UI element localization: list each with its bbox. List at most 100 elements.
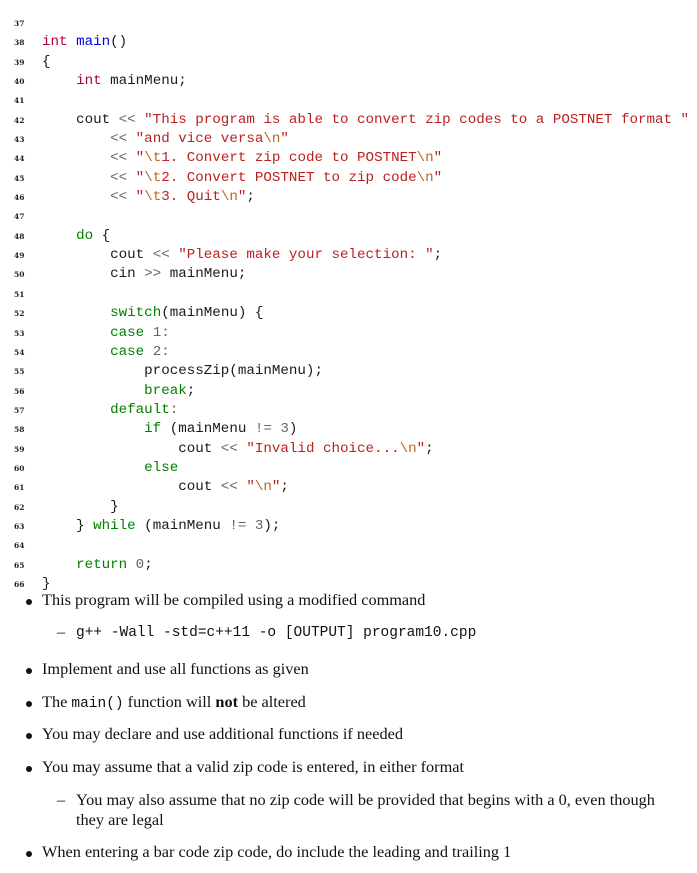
code-token-op: << [110, 150, 128, 167]
bullet-text: This program will be compiled using a mo… [42, 590, 426, 609]
code-line: 55 processZip(mainMenu); [0, 362, 697, 381]
code-token-kw: default [110, 401, 170, 418]
code-token-kw: while [93, 517, 136, 534]
code-line: 58 if (mainMenu != 3) [0, 420, 697, 439]
code-token-kw: case [110, 343, 145, 360]
code-text: break; [42, 382, 195, 401]
code-text: if (mainMenu != 3) [42, 420, 297, 439]
code-token-kw: case [110, 324, 145, 341]
code-token-str: "Invalid choice... [246, 440, 400, 457]
code-line: 37 [0, 14, 697, 33]
line-number: 45 [14, 173, 25, 183]
code-token-kw: switch [110, 305, 162, 322]
code-text: else [42, 459, 178, 478]
code-token-op: << [110, 131, 128, 148]
code-token-str: " [416, 440, 426, 457]
code-token-plain: ; [186, 382, 196, 399]
text-middle: function will [123, 692, 216, 711]
line-number: 39 [14, 57, 25, 67]
code-text: cout << "This program is able to convert… [42, 111, 689, 130]
line-number: 47 [14, 212, 25, 222]
line-number: 40 [14, 77, 25, 87]
code-line: 59 cout << "Invalid choice...\n"; [0, 440, 697, 459]
code-line: 54 case 2: [0, 343, 697, 362]
code-token-str: " [280, 131, 289, 148]
line-number: 46 [14, 193, 25, 203]
code-line: 62 } [0, 498, 697, 517]
code-token-str: " [135, 189, 145, 206]
code-text: cout << "\n"; [42, 478, 289, 497]
line-number: 62 [14, 502, 25, 512]
line-number: 61 [14, 483, 25, 493]
code-token-fn: main [76, 34, 111, 51]
code-line: 60 else [0, 459, 697, 478]
bullet-text: Implement and use all functions as given [42, 659, 309, 678]
code-text: processZip(mainMenu); [42, 362, 323, 381]
code-listing: 37 38 int main() 39 {40 int mainMenu; 41 42 co… [0, 14, 697, 594]
line-number: 37 [14, 19, 25, 28]
code-token-plain: { [93, 227, 111, 244]
code-token-op: : [169, 401, 179, 418]
code-token-num: 2 [152, 343, 162, 360]
code-token-str: " [246, 479, 255, 496]
code-token-type: int [42, 34, 68, 51]
code-line: 41 [0, 91, 697, 110]
code-line: 65 return 0; [0, 556, 697, 575]
line-number: 53 [14, 328, 25, 338]
code-line: 47 [0, 207, 697, 226]
code-line: 46 << "\t3. Quit\n"; [0, 188, 697, 207]
code-line: 40 int mainMenu; [0, 72, 697, 91]
code-token-op: << [110, 169, 128, 186]
code-line: 53 case 1: [0, 324, 697, 343]
code-token-plain: () [110, 34, 128, 51]
code-token-plain: mainMenu; [161, 266, 247, 283]
code-token-esc: \t [144, 150, 162, 167]
dash-icon: – [57, 622, 66, 641]
line-number: 64 [14, 541, 25, 551]
bullet-text: You may assume that a valid zip code is … [42, 757, 464, 776]
code-token-str: 3. Quit [161, 189, 221, 206]
code-token-plain: cout [42, 247, 153, 264]
code-token-type: int [76, 73, 102, 90]
line-number: 52 [14, 309, 25, 319]
code-text: case 2: [42, 343, 170, 362]
inline-code-main: main() [71, 696, 124, 712]
line-number: 43 [14, 135, 25, 145]
code-token-plain: ; [246, 189, 255, 206]
line-number: 48 [14, 231, 25, 241]
code-line: 57 default: [0, 401, 697, 420]
line-number: 50 [14, 270, 25, 280]
code-token-esc: \t [144, 189, 162, 206]
text-suffix: be altered [238, 692, 306, 711]
code-token-op: << [152, 247, 170, 264]
code-token-plain: ; [425, 440, 434, 457]
code-token-op: >> [144, 266, 162, 283]
code-token-plain: (mainMenu) { [161, 305, 264, 322]
code-token-kw: return [76, 556, 128, 573]
code-token-plain: mainMenu; [101, 73, 187, 90]
code-token-plain: cout [42, 479, 221, 496]
code-line: 63 } while (mainMenu != 3); [0, 517, 697, 536]
code-token-plain: ; [144, 556, 153, 573]
line-number: 57 [14, 405, 25, 415]
code-text: { [42, 53, 51, 72]
code-token-plain: ); [263, 517, 281, 534]
code-line: 48 do { [0, 227, 697, 246]
code-text: case 1: [42, 324, 170, 343]
code-text: int main() [42, 33, 127, 52]
line-number: 60 [14, 463, 25, 473]
code-text: << "\t3. Quit\n"; [42, 188, 255, 207]
